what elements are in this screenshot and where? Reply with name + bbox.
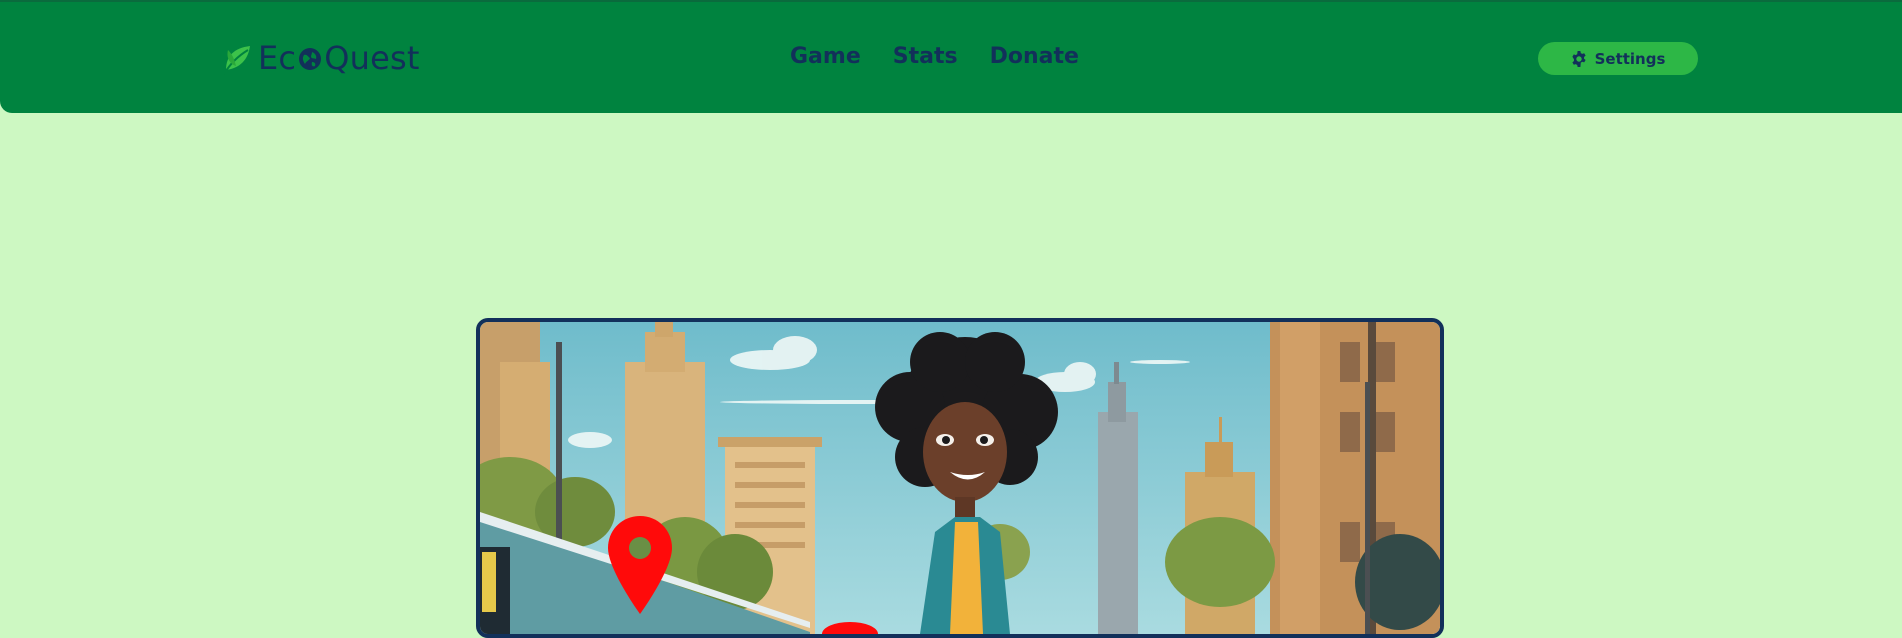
- logo-text-part: Quest: [324, 39, 420, 77]
- game-scene-frame[interactable]: [476, 318, 1444, 638]
- leaf-icon: [223, 46, 250, 75]
- settings-label: Settings: [1594, 49, 1666, 68]
- logo-text: Ec Quest: [258, 39, 420, 77]
- nav-donate[interactable]: Donate: [990, 44, 1079, 69]
- city-street-character-scene: [480, 322, 1440, 634]
- nav-game[interactable]: Game: [790, 44, 861, 69]
- nav-stats[interactable]: Stats: [893, 44, 958, 69]
- top-header: Ec Quest Game Stats Donate Settings: [0, 0, 1902, 113]
- logo-text-part: Ec: [258, 39, 297, 77]
- logo[interactable]: Ec Quest: [222, 38, 420, 78]
- main-nav: Game Stats Donate: [790, 44, 1079, 69]
- gear-icon: [1571, 50, 1586, 67]
- settings-button[interactable]: Settings: [1538, 42, 1698, 75]
- globe-icon: [299, 48, 322, 70]
